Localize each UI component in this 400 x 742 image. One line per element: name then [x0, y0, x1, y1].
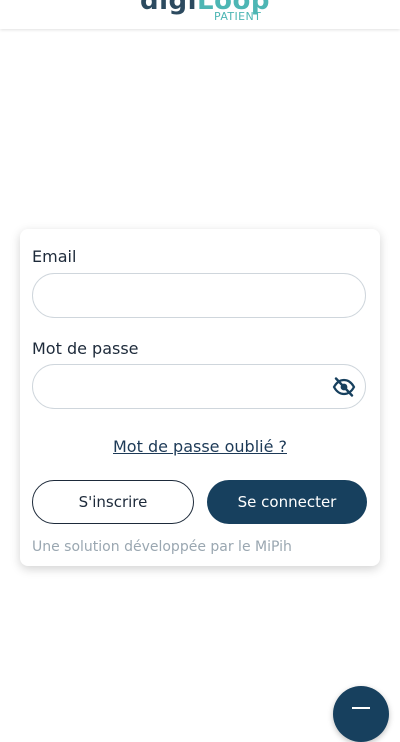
- menu-icon: [352, 707, 370, 709]
- app-header: digiLoop PATIENT: [0, 0, 400, 29]
- credit-text: Une solution développée par le MiPih: [32, 539, 292, 555]
- email-label: Email: [32, 247, 77, 266]
- login-button[interactable]: Se connecter: [207, 480, 367, 524]
- password-label: Mot de passe: [32, 339, 139, 358]
- eye-off-icon[interactable]: [332, 375, 356, 399]
- forgot-password-link[interactable]: Mot de passe oublié ?: [20, 437, 380, 456]
- menu-fab-button[interactable]: [333, 686, 389, 742]
- logo-text-part1: digi: [140, 0, 198, 16]
- email-field[interactable]: [32, 273, 366, 318]
- signup-button[interactable]: S'inscrire: [32, 480, 194, 524]
- password-field[interactable]: [32, 364, 366, 409]
- logo-subtitle: PATIENT: [214, 10, 262, 23]
- login-card: Email Mot de passe Mot de passe oublié ?…: [20, 229, 380, 566]
